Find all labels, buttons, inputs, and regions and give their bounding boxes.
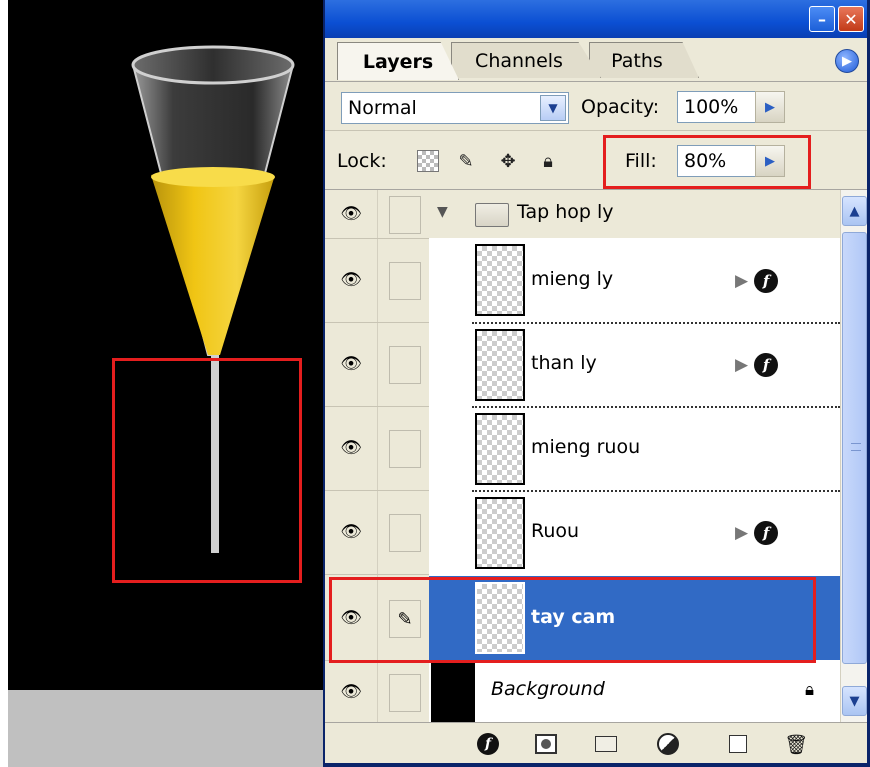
scroll-up-icon[interactable]: ▲	[842, 196, 867, 226]
layer-name: mieng ly	[531, 268, 614, 290]
lock-position-move-icon[interactable]: ✥	[497, 150, 519, 172]
lock-transparency-icon[interactable]	[417, 150, 439, 172]
eye-icon[interactable]: 👁︎	[338, 682, 364, 702]
canvas-pasteboard	[8, 690, 323, 767]
layer-name: Background	[491, 678, 605, 700]
layer-group-row[interactable]: 👁︎ ▼ Tap hop ly	[325, 190, 840, 238]
wine-liquid	[151, 168, 274, 355]
group-name: Tap hop ly	[517, 201, 614, 223]
layer-name: mieng ruou	[531, 436, 641, 458]
fx-icon: f	[754, 521, 779, 545]
layer-thumbnail	[475, 497, 525, 569]
link-slot[interactable]	[389, 196, 421, 234]
layers-panel: – ✕ Layers Channels Paths ▶ Normal ▼ Opa…	[323, 0, 870, 767]
new-layer-icon[interactable]	[725, 731, 751, 757]
chevron-down-icon[interactable]: ▼	[540, 95, 566, 121]
layers-scrollbar[interactable]: ▲ ▼	[840, 190, 867, 722]
scroll-down-icon[interactable]: ▼	[842, 686, 867, 716]
panel-menu-icon[interactable]: ▶	[835, 49, 859, 73]
link-slot[interactable]	[389, 346, 421, 384]
glass-rim	[131, 45, 295, 85]
fx-icon: f	[754, 269, 779, 293]
fill-value: 80%	[684, 150, 727, 172]
panel-tabs: Layers Channels Paths ▶	[325, 38, 867, 82]
fx-icon: f	[754, 353, 779, 377]
row-separator	[325, 490, 429, 491]
opacity-field[interactable]: 100%	[677, 91, 757, 123]
link-slot[interactable]	[389, 262, 421, 300]
tab-paths[interactable]: Paths	[589, 42, 699, 78]
layer-row[interactable]: 👁︎ mieng ruou	[325, 408, 840, 490]
layer-style-icon[interactable]: f	[475, 731, 501, 757]
row-separator	[325, 574, 429, 575]
layer-row[interactable]: 👁︎ mieng ly ▶ f	[325, 238, 840, 322]
expand-triangle-icon[interactable]: ▶	[735, 355, 748, 375]
fill-label: Fill:	[625, 150, 657, 172]
fill-slider-icon[interactable]: ▶	[755, 145, 785, 177]
close-icon[interactable]: ✕	[838, 6, 864, 32]
brush-link-icon[interactable]: ✎	[389, 600, 421, 638]
lock-icon: 🔒︎	[805, 680, 815, 700]
scrollbar-thumb[interactable]	[842, 232, 867, 664]
mask-icon[interactable]	[533, 731, 559, 757]
opacity-label: Opacity:	[581, 96, 660, 118]
adjustment-layer-icon[interactable]	[655, 731, 681, 757]
lock-all-padlock-icon[interactable]: 🔒︎	[537, 150, 559, 172]
lock-row	[325, 130, 867, 190]
opacity-value: 100%	[684, 96, 739, 118]
fill-field[interactable]: 80%	[677, 145, 757, 177]
row-separator	[325, 322, 429, 323]
lock-image-brush-icon[interactable]: ✎	[455, 150, 477, 172]
panel-titlebar[interactable]: – ✕	[325, 0, 867, 38]
layer-thumbnail	[475, 413, 525, 485]
layer-effects[interactable]: ▶ f	[735, 269, 779, 293]
blend-mode-value: Normal	[348, 97, 417, 119]
row-separator	[325, 660, 429, 661]
eye-icon[interactable]: 👁︎	[338, 438, 364, 458]
link-slot[interactable]	[389, 674, 421, 712]
tab-channels[interactable]: Channels	[451, 42, 601, 78]
layer-thumbnail	[475, 244, 525, 316]
chevron-down-icon[interactable]: ▼	[437, 204, 448, 220]
eye-icon[interactable]: 👁︎	[338, 270, 364, 290]
wine-surface	[151, 167, 275, 187]
wine-glass-artwork	[131, 45, 295, 553]
layer-name: tay cam	[531, 606, 616, 628]
layer-thumbnail	[475, 582, 525, 654]
layer-effects[interactable]: ▶ f	[735, 521, 779, 545]
panel-footer: f 🗑︎	[325, 722, 867, 763]
eye-icon[interactable]: 👁︎	[338, 522, 364, 542]
layer-name: than ly	[531, 352, 597, 374]
background-thumbnail	[431, 662, 475, 722]
blend-mode-select[interactable]: Normal	[341, 92, 569, 124]
lock-label: Lock:	[337, 150, 387, 172]
eye-icon[interactable]: 👁︎	[338, 204, 364, 224]
expand-triangle-icon[interactable]: ▶	[735, 271, 748, 291]
new-group-icon[interactable]	[593, 731, 619, 757]
minimize-icon[interactable]: –	[809, 6, 835, 32]
row-separator	[325, 406, 429, 407]
link-slot[interactable]	[389, 514, 421, 552]
link-slot[interactable]	[389, 430, 421, 468]
tab-layers[interactable]: Layers	[337, 42, 459, 80]
folder-icon	[475, 203, 509, 227]
layer-name: Ruou	[531, 520, 580, 542]
screenshot-root: – ✕ Layers Channels Paths ▶ Normal ▼ Opa…	[0, 0, 870, 767]
layer-row[interactable]: 👁︎ than ly ▶ f	[325, 324, 840, 406]
layer-effects[interactable]: ▶ f	[735, 353, 779, 377]
expand-triangle-icon[interactable]: ▶	[735, 523, 748, 543]
scroll-grip	[851, 443, 861, 451]
trash-icon[interactable]: 🗑︎	[783, 731, 809, 757]
layers-list: 👁︎ ▼ Tap hop ly 👁︎ mieng ly ▶ f 👁︎ than …	[325, 190, 840, 722]
layer-row-selected[interactable]: 👁︎ ✎ tay cam	[325, 576, 840, 660]
glass-stem	[211, 355, 219, 553]
layer-row[interactable]: 👁︎ Ruou ▶ f	[325, 492, 840, 574]
layer-thumbnail	[475, 329, 525, 401]
eye-icon[interactable]: 👁︎	[338, 608, 364, 628]
opacity-slider-icon[interactable]: ▶	[755, 91, 785, 123]
background-layer-row[interactable]: 👁︎ Background 🔒︎	[325, 662, 840, 722]
eye-icon[interactable]: 👁︎	[338, 354, 364, 374]
